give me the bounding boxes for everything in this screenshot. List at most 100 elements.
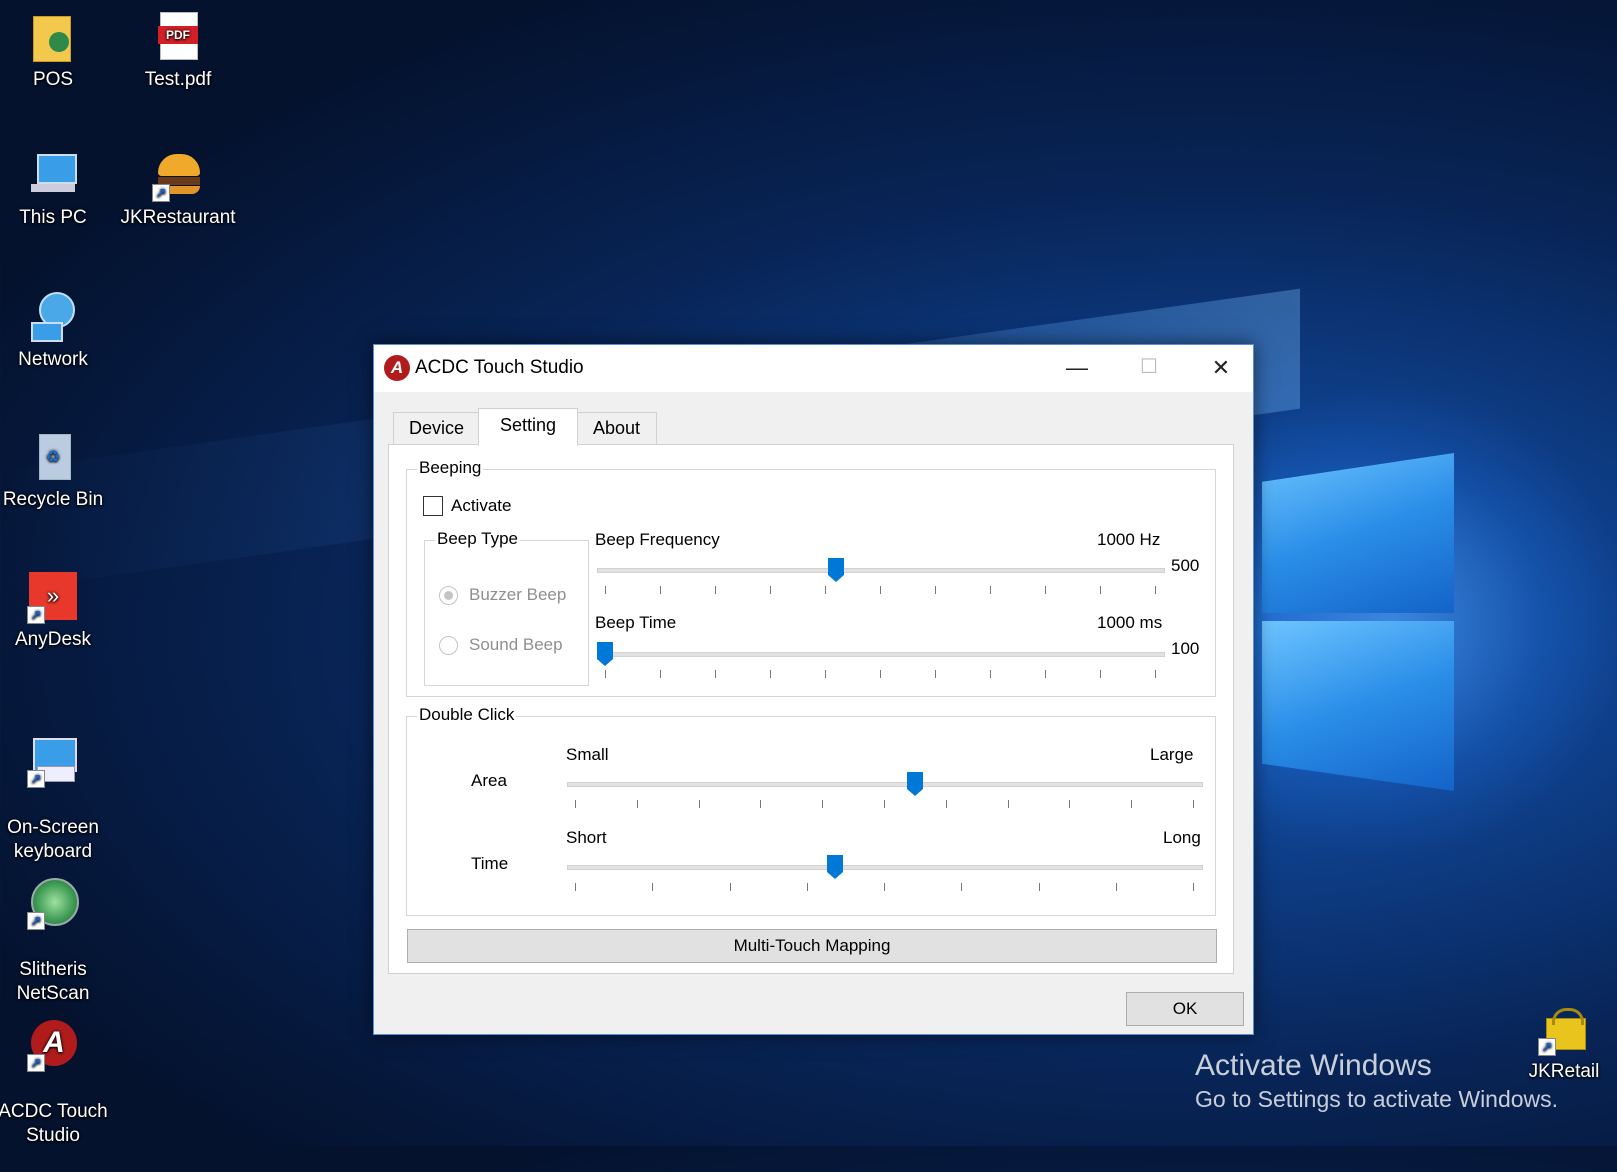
- desktop-icon-label: AnyDesk: [14, 629, 92, 650]
- tab-setting[interactable]: Setting: [478, 408, 578, 446]
- folder-user-icon: [27, 12, 79, 64]
- title-bar[interactable]: A ACDC Touch Studio — ☐ ✕: [374, 345, 1253, 392]
- close-button[interactable]: ✕: [1186, 345, 1256, 392]
- beep-time-max-label: 1000 ms: [1097, 613, 1163, 632]
- slider-tick: [637, 800, 638, 808]
- recycle-bin-icon: ♻: [27, 432, 79, 484]
- slider-tick: [575, 800, 576, 808]
- activate-checkbox[interactable]: [423, 496, 443, 516]
- slider-tick: [961, 883, 962, 891]
- double-click-area-slider[interactable]: [567, 772, 1203, 816]
- desktop-icon-label: Test.pdf: [144, 69, 212, 90]
- slider-tick: [1008, 800, 1009, 808]
- desktop-icon-pos[interactable]: POS: [0, 12, 113, 92]
- computer-icon: [27, 150, 79, 202]
- beep-frequency-label: Beep Frequency: [595, 530, 720, 549]
- windows-logo: [1262, 425, 1462, 815]
- slider-tick: [935, 586, 936, 594]
- desktop-icon-label: POS: [32, 69, 74, 90]
- minimize-button[interactable]: —: [1042, 345, 1112, 392]
- slider-track: [597, 652, 1165, 657]
- multi-touch-mapping-button[interactable]: Multi-Touch Mapping: [407, 929, 1217, 963]
- desktop-icon-label: ACDC Touch Studio: [0, 1101, 108, 1146]
- desktop-icon-label: Network: [18, 349, 88, 370]
- slider-tick: [1193, 883, 1194, 891]
- beep-frequency-max-label: 1000 Hz: [1097, 530, 1161, 549]
- slider-tick: [605, 586, 606, 594]
- slider-tick: [990, 670, 991, 678]
- beep-type-group-label: Beep Type: [435, 529, 520, 549]
- tab-about[interactable]: About: [576, 412, 657, 444]
- slider-tick: [1155, 670, 1156, 678]
- slider-tick: [699, 800, 700, 808]
- slider-tick: [1100, 586, 1101, 594]
- keyboard-icon: ↗: [27, 736, 79, 788]
- slider-tick: [884, 800, 885, 808]
- anydesk-icon: » ↗: [27, 572, 79, 624]
- double-click-group: Double Click Area Small Large Time Short…: [406, 705, 1216, 916]
- slider-tick: [715, 670, 716, 678]
- ok-button[interactable]: OK: [1126, 992, 1244, 1026]
- desktop-icon-this-pc[interactable]: This PC: [0, 150, 113, 230]
- slider-track: [567, 782, 1203, 787]
- beep-type-group: Beep Type Buzzer Beep Sound Beep: [424, 529, 589, 686]
- desktop-icon-label: This PC: [19, 207, 87, 228]
- setting-tab-panel: Beeping Activate Beep Type Buzzer Beep S…: [388, 444, 1234, 974]
- burger-icon: ↗: [152, 150, 204, 202]
- tab-device[interactable]: Device: [393, 412, 480, 444]
- beep-frequency-min-label: 500: [1171, 556, 1200, 575]
- slider-tick: [880, 586, 881, 594]
- slider-tick: [1039, 883, 1040, 891]
- slider-tick: [770, 670, 771, 678]
- desktop-icon-test-pdf[interactable]: PDF Test.pdf: [118, 12, 238, 92]
- slider-thumb[interactable]: [597, 642, 613, 666]
- pdf-file-icon: PDF: [152, 12, 204, 64]
- buzzer-beep-radio[interactable]: [439, 586, 458, 605]
- sound-beep-radio[interactable]: [439, 636, 458, 655]
- beep-time-label: Beep Time: [595, 613, 677, 632]
- slider-thumb[interactable]: [827, 855, 843, 879]
- double-click-time-slider[interactable]: [567, 855, 1203, 899]
- slider-thumb[interactable]: [828, 558, 844, 582]
- time-max-label: Long: [1163, 828, 1201, 847]
- dialog-client-area: Device Setting About Beeping Activate Be…: [374, 392, 1253, 1034]
- buzzer-beep-label: Buzzer Beep: [469, 585, 567, 604]
- shortcut-arrow-icon: ↗: [27, 912, 45, 930]
- slider-track: [597, 568, 1165, 573]
- pdf-badge: PDF: [158, 26, 198, 44]
- network-globe-icon: [27, 292, 79, 344]
- beep-frequency-slider[interactable]: [597, 558, 1165, 602]
- app-icon: A: [384, 355, 410, 381]
- watermark-title: Activate Windows: [1195, 1049, 1432, 1082]
- slider-tick: [822, 800, 823, 808]
- slider-tick: [770, 586, 771, 594]
- watermark-subtitle: Go to Settings to activate Windows.: [1195, 1086, 1559, 1112]
- beeping-group: Beeping Activate Beep Type Buzzer Beep S…: [406, 458, 1216, 697]
- slider-tick: [825, 670, 826, 678]
- slider-tick: [807, 883, 808, 891]
- desktop-icon-jkrestaurant[interactable]: ↗ JKRestaurant: [118, 150, 238, 230]
- radar-icon: ↗: [27, 878, 79, 930]
- slider-tick: [880, 670, 881, 678]
- slider-tick: [715, 586, 716, 594]
- activation-watermark: Activate Windows Go to Settings to activ…: [1195, 1048, 1558, 1114]
- desktop-icon-anydesk[interactable]: » ↗ AnyDesk: [0, 572, 113, 652]
- window-title: ACDC Touch Studio: [415, 357, 584, 378]
- beep-time-min-label: 100: [1171, 639, 1200, 658]
- desktop-icon-network[interactable]: Network: [0, 292, 113, 372]
- time-label: Time: [471, 854, 509, 873]
- slider-tick: [884, 883, 885, 891]
- slider-thumb[interactable]: [907, 772, 923, 796]
- beep-time-slider[interactable]: [597, 642, 1165, 686]
- slider-tick: [660, 586, 661, 594]
- maximize-button[interactable]: ☐: [1114, 345, 1184, 392]
- desktop-icon-recycle-bin[interactable]: ♻ Recycle Bin: [0, 432, 113, 512]
- slider-tick: [825, 586, 826, 594]
- acdc-logo-icon: A ↗: [27, 1020, 79, 1072]
- slider-tick: [1193, 800, 1194, 808]
- shortcut-arrow-icon: ↗: [27, 770, 45, 788]
- desktop-icon-label: Recycle Bin: [2, 489, 104, 510]
- area-min-label: Small: [566, 745, 609, 764]
- slider-tick: [1045, 586, 1046, 594]
- slider-tick: [605, 670, 606, 678]
